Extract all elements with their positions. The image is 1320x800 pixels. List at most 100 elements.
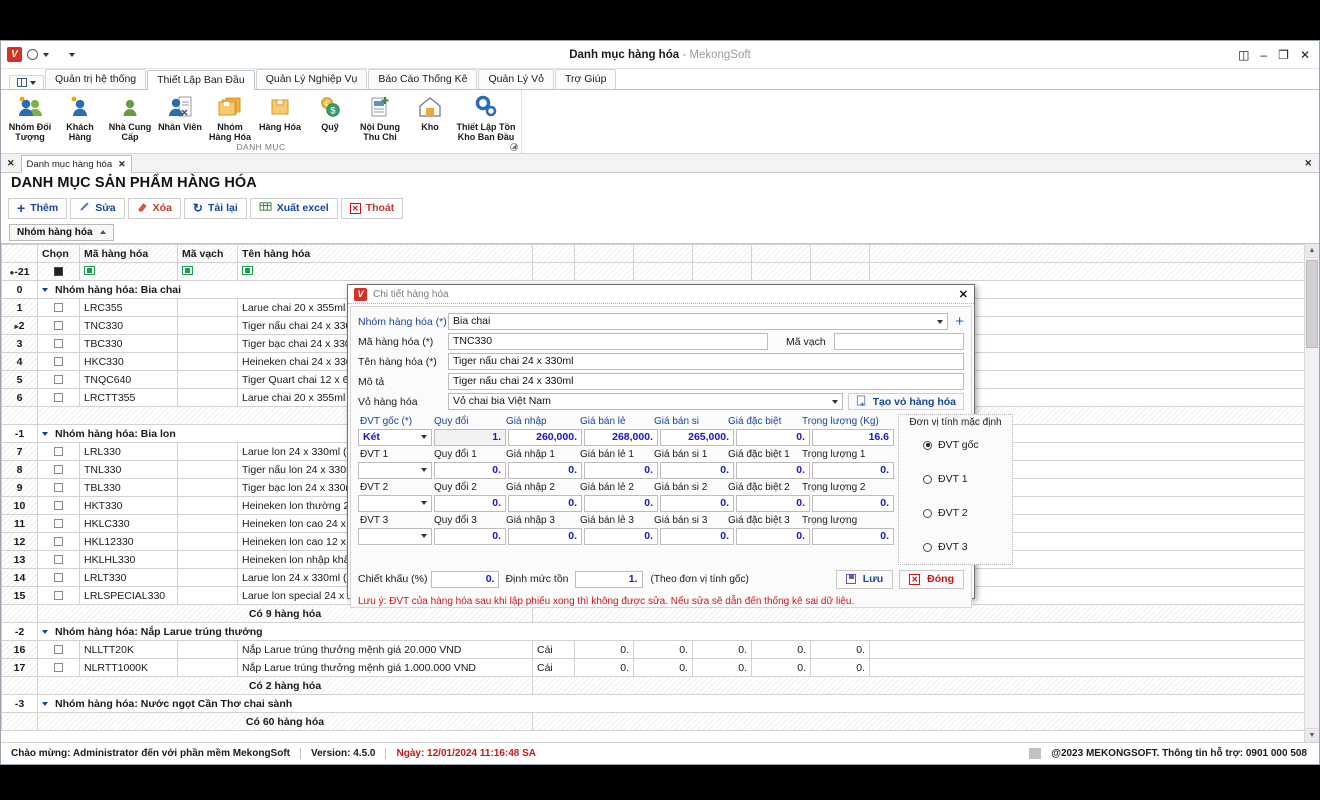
grid-header-dvt[interactable]	[532, 244, 575, 263]
grid-header-chon[interactable]: Chọn	[37, 244, 80, 263]
quy-doi-input[interactable]: 1.	[434, 428, 506, 446]
dialog-save-button[interactable]: Lưu	[835, 569, 894, 589]
quy-doi-1-input[interactable]: 0.	[434, 461, 506, 479]
reload-button[interactable]: ↻ Tải lại	[183, 197, 247, 219]
collapse-icon[interactable]	[42, 287, 48, 292]
row-checkbox[interactable]	[37, 442, 80, 461]
grid-header-gia-dac-biet[interactable]	[751, 244, 811, 263]
save-circle-icon[interactable]	[27, 49, 38, 60]
group-row-label[interactable]: Nhóm hàng hóa: Nước ngọt Cần Thơ chai sà…	[37, 694, 1319, 713]
table-row[interactable]: 17 NLRTT1000K Nắp Larue trúng thưởng mệnh …	[1, 658, 1319, 677]
grid-header-gia-ban-le[interactable]	[633, 244, 693, 263]
ribbon-tab-thiet-lap[interactable]: Thiết Lập Ban Đầu	[147, 70, 255, 90]
row-checkbox[interactable]	[37, 478, 80, 497]
gia-ban-si-3-input[interactable]: 0.	[660, 527, 734, 545]
gia-nhap-1-input[interactable]: 0.	[508, 461, 582, 479]
default-unit-option-1[interactable]: ĐVT 1	[899, 462, 1012, 496]
grid-header-ma-vach[interactable]: Mã vạch	[177, 244, 238, 263]
grid-header-gia-nhap[interactable]	[574, 244, 634, 263]
group-row-label[interactable]: Nhóm hàng hóa: Nắp Larue trúng thưởng	[37, 622, 1319, 641]
customize-qat-chevron-icon[interactable]	[69, 52, 75, 57]
gia-dac-biet-2-input[interactable]: 0.	[736, 494, 810, 512]
row-checkbox[interactable]	[37, 496, 80, 515]
group-by-chip-nhom-hang-hoa[interactable]: Nhóm hàng hóa	[9, 223, 114, 241]
gia-dac-biet-input[interactable]: 0.	[736, 428, 810, 446]
collapse-icon[interactable]	[42, 629, 48, 634]
gia-dac-biet-1-input[interactable]: 0.	[736, 461, 810, 479]
collapse-icon[interactable]	[42, 431, 48, 436]
filter-select-all[interactable]	[37, 262, 80, 281]
scroll-up-icon[interactable]: ▲	[1305, 244, 1319, 258]
dvt-1-select[interactable]	[358, 461, 432, 479]
ribbon-tab-quan-ly-vo[interactable]: Quản Lý Vỏ	[478, 69, 554, 89]
quy-doi-3-input[interactable]: 0.	[434, 527, 506, 545]
ribbon-tab-tro-giup[interactable]: Trợ Giúp	[554, 69, 617, 89]
close-all-tabs-icon[interactable]: ✕	[7, 158, 15, 169]
scrollbar-thumb[interactable]	[1306, 260, 1318, 348]
ribbon-tab-quan-tri[interactable]: Quản trị hệ thống	[45, 69, 147, 89]
filter-trong-luong[interactable]	[810, 262, 870, 281]
dialog-close-button[interactable]: ✕ Đóng	[899, 569, 964, 589]
grid-group-row[interactable]: -3 Nhóm hàng hóa: Nước ngọt Cần Thơ chai …	[1, 694, 1319, 713]
delete-button[interactable]: Xóa	[127, 197, 181, 219]
gia-ban-le-2-input[interactable]: 0.	[584, 494, 658, 512]
filter-gia-dac-biet[interactable]	[751, 262, 811, 281]
ribbon-tab-bao-cao[interactable]: Báo Cáo Thống Kê	[368, 69, 478, 89]
filter-gia-ban-le[interactable]	[633, 262, 693, 281]
grid-header-ma-hang-hoa[interactable]: Mã hàng hóa	[79, 244, 178, 263]
row-checkbox[interactable]	[37, 370, 80, 389]
ma-hang-hoa-input[interactable]: TNC330	[448, 333, 768, 350]
grid-filter-row[interactable]: ●-21	[1, 262, 1319, 281]
gia-ban-le-3-input[interactable]: 0.	[584, 527, 658, 545]
ribbon-tab-nghiep-vu[interactable]: Quản Lý Nghiệp Vụ	[255, 69, 368, 89]
gia-ban-le-1-input[interactable]: 0.	[584, 461, 658, 479]
row-checkbox[interactable]	[37, 514, 80, 533]
chiet-khau-input[interactable]: 0.	[431, 570, 500, 588]
gia-nhap-input[interactable]: 260,000.	[508, 428, 582, 446]
close-icon[interactable]: ✕	[1300, 49, 1310, 61]
vo-hang-hoa-select[interactable]: Vỏ chai bia Việt Nam	[448, 393, 843, 410]
close-document-icon[interactable]: ✕	[1304, 158, 1319, 169]
gia-ban-le-input[interactable]: 268,000.	[584, 428, 658, 446]
nhom-hang-hoa-select[interactable]: Bia chai	[448, 313, 949, 330]
row-checkbox[interactable]	[37, 586, 80, 605]
edit-button[interactable]: Sửa	[70, 197, 125, 219]
gia-dac-biet-3-input[interactable]: 0.	[736, 527, 810, 545]
gia-nhap-3-input[interactable]: 0.	[508, 527, 582, 545]
collapse-icon[interactable]	[42, 701, 48, 706]
grid-header-ten-hang-hoa[interactable]: Tên hàng hóa	[237, 244, 533, 263]
trong-luong-1-input[interactable]: 0.	[812, 461, 894, 479]
mo-ta-input[interactable]: Tiger nấu chai 24 x 330ml	[448, 373, 964, 390]
dvt-3-select[interactable]	[358, 527, 432, 545]
table-row[interactable]: 16 NLLTT20K Nắp Larue trúng thưởng mệnh gi…	[1, 640, 1319, 659]
gia-nhap-2-input[interactable]: 0.	[508, 494, 582, 512]
dvt-goc-select[interactable]: Két	[358, 428, 432, 446]
row-checkbox[interactable]	[37, 316, 80, 335]
document-tab-danh-muc-hang-hoa[interactable]: Danh mục hàng hóa ✕	[20, 155, 132, 173]
grid-vertical-scrollbar[interactable]: ▲ ▼	[1304, 244, 1319, 742]
grid-header-gia-ban-si[interactable]	[692, 244, 752, 263]
filter-ten-hang-hoa[interactable]	[237, 262, 533, 281]
add-button[interactable]: + Thêm	[8, 197, 68, 219]
dialog-launcher-icon[interactable]: ◢	[510, 143, 518, 151]
trong-luong-input[interactable]: 16.6	[812, 428, 894, 446]
scroll-down-icon[interactable]: ▼	[1305, 728, 1319, 742]
minimize-icon[interactable]: –	[1260, 49, 1267, 61]
create-packaging-button[interactable]: Tạo vỏ hàng hóa	[847, 393, 964, 410]
dialog-close-icon[interactable]: ✕	[959, 288, 968, 301]
filter-dvt[interactable]	[532, 262, 575, 281]
gia-ban-si-input[interactable]: 265,000.	[660, 428, 734, 446]
dinh-muc-ton-input[interactable]: 1.	[574, 570, 643, 588]
restore-all-icon[interactable]: ◫	[1238, 49, 1249, 61]
export-excel-button[interactable]: Xuất excel	[249, 197, 338, 219]
row-checkbox[interactable]	[37, 388, 80, 407]
default-unit-option-2[interactable]: ĐVT 2	[899, 496, 1012, 530]
ten-hang-hoa-input[interactable]: Tiger nấu chai 24 x 330ml	[448, 353, 964, 370]
dvt-2-select[interactable]	[358, 494, 432, 512]
default-unit-option-goc[interactable]: ĐVT gốc	[899, 428, 1012, 462]
row-checkbox[interactable]	[37, 640, 80, 659]
grid-group-row[interactable]: -2 Nhóm hàng hóa: Nắp Larue trúng thưởng	[1, 622, 1319, 641]
row-checkbox[interactable]	[37, 568, 80, 587]
ma-vach-input[interactable]	[833, 333, 964, 350]
row-checkbox[interactable]	[37, 550, 80, 569]
